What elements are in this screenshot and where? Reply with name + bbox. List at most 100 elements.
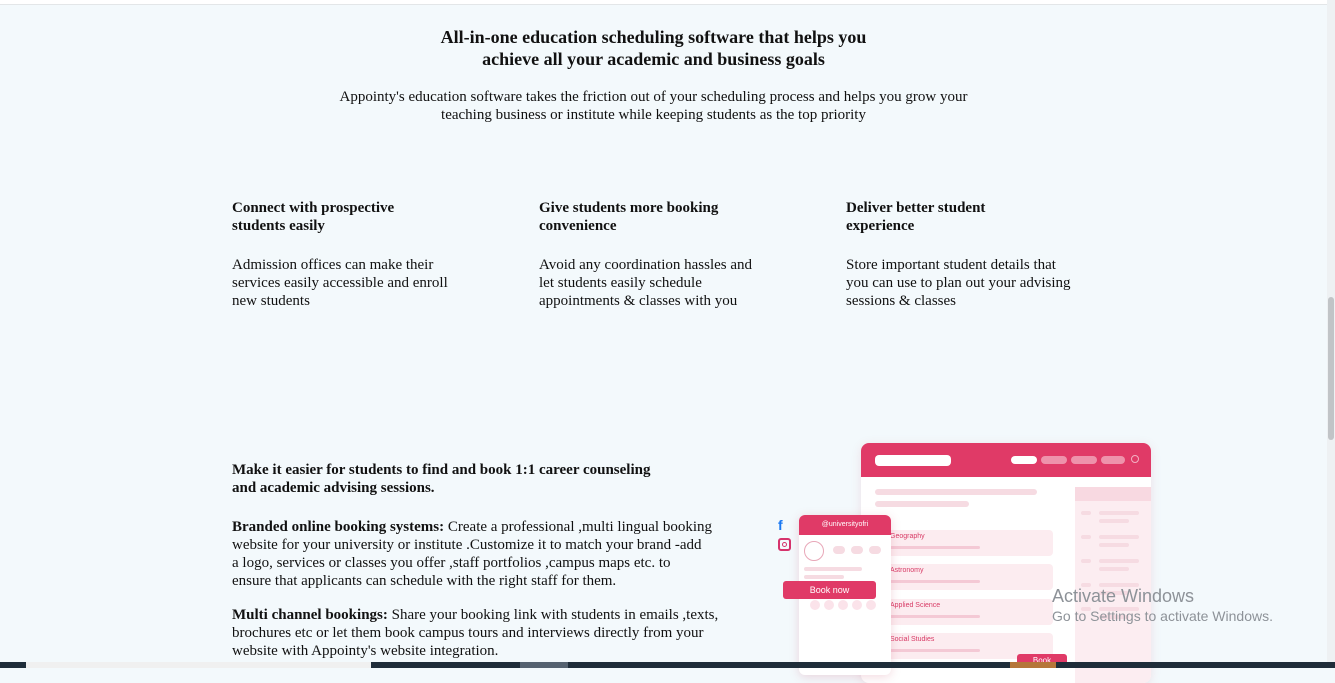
feature-title-line1: Deliver better student <box>846 200 986 216</box>
subject-label: Applied Science <box>890 602 941 609</box>
feature-title: Give students more booking convenience <box>539 199 779 235</box>
post-thumbnail <box>810 600 820 610</box>
post-thumbnail <box>824 600 834 610</box>
subject-item-astronomy[interactable]: Astronomy <box>887 564 1053 590</box>
post-thumbnail <box>866 600 876 610</box>
mockup-header <box>861 443 1151 477</box>
feature-title: Deliver better student experience <box>846 199 1086 235</box>
taskbar-segment <box>520 662 568 668</box>
profile-stat <box>833 546 845 554</box>
mockup-nav-item <box>1011 456 1037 464</box>
feature-desc-line1: Store important student details that <box>846 257 1056 273</box>
feature-description: Store important student details that you… <box>846 256 1086 310</box>
profile-stat <box>851 546 863 554</box>
taskbar-segment <box>26 662 371 668</box>
mockup-line <box>1099 511 1139 515</box>
subject-bar <box>890 546 980 549</box>
booking-illustration: Geography Astronomy Applied Science Soci… <box>775 443 1155 683</box>
subject-bar <box>890 649 980 652</box>
section-heading-line1: Make it easier for students to find and … <box>232 462 651 478</box>
multichannel-label: Multi channel bookings: <box>232 607 388 623</box>
feature-description: Admission offices can make their service… <box>232 256 472 310</box>
feature-convenience: Give students more booking convenience A… <box>539 199 779 309</box>
mockup-sidebar-header <box>1075 487 1151 501</box>
feature-desc-line2: let students easily schedule <box>539 275 702 291</box>
subject-item-applied-science[interactable]: Applied Science <box>887 599 1053 625</box>
feature-desc-line3: sessions & classes <box>846 293 956 309</box>
facebook-icon[interactable]: f <box>778 517 783 533</box>
mockup-search-icon <box>1131 455 1139 463</box>
mockup-line <box>875 501 969 507</box>
paragraph-line: ensure that applicants can schedule with… <box>232 573 617 589</box>
feature-desc-line3: appointments & classes with you <box>539 293 738 309</box>
mockup-line <box>1099 543 1129 547</box>
mockup-line <box>1081 511 1091 515</box>
profile-stat <box>869 546 881 554</box>
mockup-nav-item <box>1101 456 1125 464</box>
mockup-line <box>875 489 1037 495</box>
feature-connect: Connect with prospective students easily… <box>232 199 472 309</box>
subject-label: Astronomy <box>890 567 924 574</box>
feature-title-line2: experience <box>846 218 915 234</box>
feature-desc-line1: Admission offices can make their <box>232 257 434 273</box>
feature-title: Connect with prospective students easily <box>232 199 472 235</box>
branded-booking-paragraph: Branded online booking systems: Create a… <box>232 518 752 590</box>
post-thumbnail <box>852 600 862 610</box>
profile-handle: @universityofri <box>799 515 891 535</box>
mockup-nav-item <box>1071 456 1097 464</box>
hero-subtitle-line2: teaching business or institute while kee… <box>441 107 866 123</box>
watermark-subtitle: Go to Settings to activate Windows. <box>1052 608 1273 624</box>
paragraph-line: website for your university or institute… <box>232 537 702 553</box>
mockup-line <box>1081 535 1091 539</box>
feature-title-line1: Give students more booking <box>539 200 719 216</box>
taskbar-segment <box>1010 662 1056 668</box>
mockup-line <box>804 567 862 571</box>
paragraph-line: Share your booking link with students in… <box>387 607 719 623</box>
paragraph-line: website with Appointy's website integrat… <box>232 643 499 659</box>
section-heading: Make it easier for students to find and … <box>232 461 762 497</box>
subject-label: Social Studies <box>890 636 935 643</box>
top-border <box>0 0 1335 5</box>
taskbar <box>0 662 1335 668</box>
windows-activation-watermark: Activate Windows Go to Settings to activ… <box>1052 585 1273 625</box>
mockup-line <box>1099 535 1139 539</box>
feature-desc-line3: new students <box>232 293 310 309</box>
book-now-button[interactable]: Book now <box>783 581 876 599</box>
feature-title-line2: convenience <box>539 218 617 234</box>
feature-title-line1: Connect with prospective <box>232 200 395 216</box>
subject-label: Geography <box>890 533 925 540</box>
paragraph-line: a logo, services or classes you offer ,s… <box>232 555 671 571</box>
scrollbar-thumb[interactable] <box>1328 297 1334 440</box>
paragraph-line: brochures etc or let them book campus to… <box>232 625 704 641</box>
avatar <box>804 541 824 561</box>
mockup-line <box>1081 559 1091 563</box>
section-heading-line2: and academic advising sessions. <box>232 480 435 496</box>
mockup-line <box>804 575 844 579</box>
subject-item-geography[interactable]: Geography <box>887 530 1053 556</box>
feature-desc-line2: services easily accessible and enroll <box>232 275 448 291</box>
multichannel-paragraph: Multi channel bookings: Share your booki… <box>232 606 757 660</box>
feature-desc-line2: you can use to plan out your advising <box>846 275 1071 291</box>
mockup-nav-item <box>1041 456 1067 464</box>
branded-booking-label: Branded online booking systems: <box>232 519 445 535</box>
feature-desc-line1: Avoid any coordination hassles and <box>539 257 753 273</box>
feature-description: Avoid any coordination hassles and let s… <box>539 256 779 310</box>
post-thumbnail <box>838 600 848 610</box>
mockup-line <box>1099 519 1129 523</box>
subject-bar <box>890 615 980 618</box>
feature-experience: Deliver better student experience Store … <box>846 199 1086 309</box>
mockup-line <box>1099 567 1129 571</box>
feature-title-line2: students easily <box>232 218 325 234</box>
paragraph-line: Create a professional ,multi lingual boo… <box>444 519 712 535</box>
mockup-logo <box>875 455 951 466</box>
watermark-title: Activate Windows <box>1052 586 1195 606</box>
advising-section: Make it easier for students to find and … <box>232 461 762 659</box>
instagram-icon[interactable] <box>778 538 791 551</box>
subject-bar <box>890 580 980 583</box>
page-scrollbar[interactable] <box>1327 0 1335 662</box>
hero-title: All-in-one education scheduling software… <box>0 26 1307 70</box>
booking-page-mockup: Geography Astronomy Applied Science Soci… <box>861 443 1151 683</box>
mockup-line <box>1099 559 1139 563</box>
hero-title-line2: achieve all your academic and business g… <box>482 49 825 69</box>
hero-title-line1: All-in-one education scheduling software… <box>440 27 867 47</box>
